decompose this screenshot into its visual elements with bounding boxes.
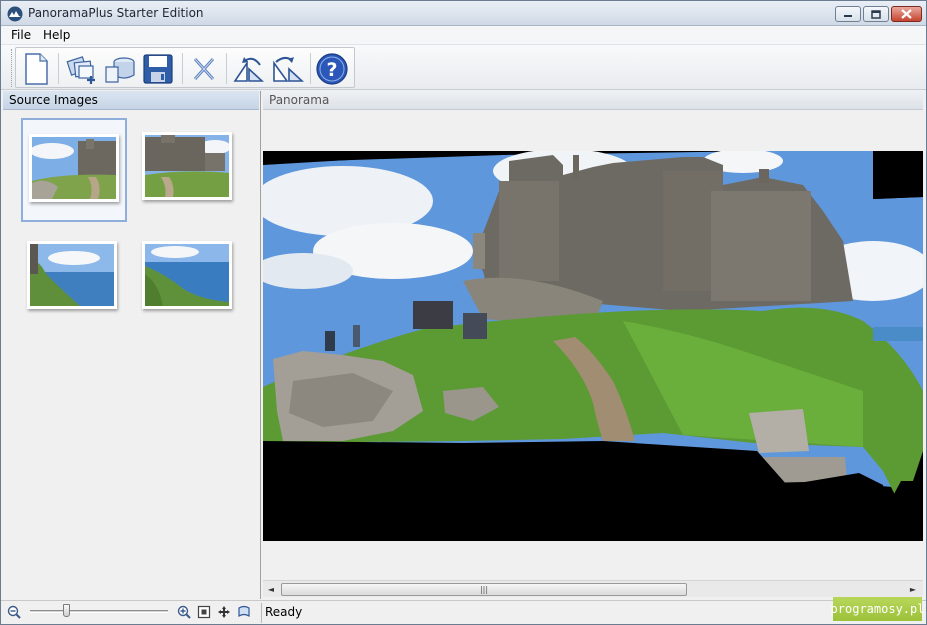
- toolbar-separator: [310, 53, 311, 84]
- open-project-button[interactable]: [102, 52, 138, 86]
- new-document-icon: [25, 53, 48, 85]
- toolbar-separator: [58, 53, 59, 84]
- add-images-icon: [66, 56, 95, 84]
- application-window: PanoramaPlus Starter Edition File Help ?…: [0, 0, 927, 625]
- pan-move-icon[interactable]: [217, 605, 231, 619]
- thumbnail-image: [142, 241, 232, 309]
- zoom-slider-handle[interactable]: [63, 604, 70, 617]
- thumbnail-image: [142, 132, 232, 200]
- remove-x-icon: [193, 57, 215, 81]
- thumbnail-slot[interactable]: [21, 227, 127, 331]
- help-button[interactable]: ?: [314, 52, 350, 86]
- save-button[interactable]: [140, 52, 176, 86]
- toolbar-separator: [182, 53, 183, 84]
- floppy-disk-icon: [143, 54, 173, 84]
- rotate-left-icon: [233, 57, 264, 82]
- title-bar[interactable]: PanoramaPlus Starter Edition: [1, 1, 926, 26]
- zoom-out-icon[interactable]: [7, 605, 21, 619]
- castle-photo-thumbnail: [32, 137, 116, 199]
- add-images-button[interactable]: [64, 52, 100, 86]
- remove-button[interactable]: [186, 52, 222, 86]
- source-images-header: Source Images: [3, 91, 259, 110]
- window-title: PanoramaPlus Starter Edition: [28, 6, 204, 20]
- castle-photo-thumbnail: [145, 135, 229, 197]
- zoom-in-icon[interactable]: [177, 605, 191, 619]
- source-images-panel: Source Images: [3, 91, 261, 599]
- toolbar-separator: [226, 53, 227, 84]
- minimize-button[interactable]: [835, 6, 861, 22]
- panorama-preview-image[interactable]: [263, 151, 923, 541]
- rotate-right-icon: [273, 56, 304, 82]
- svg-text:?: ?: [326, 59, 337, 81]
- panorama-panel: Panorama ◄ ||| ►: [263, 91, 923, 599]
- open-stack-icon: [105, 57, 135, 83]
- close-button[interactable]: [891, 6, 922, 22]
- scroll-grip-icon: |||: [479, 585, 489, 594]
- status-text: Ready: [265, 605, 303, 619]
- maximize-button[interactable]: [863, 6, 889, 22]
- app-logo-icon: [7, 6, 23, 22]
- toolbar-button-group: ?: [15, 47, 355, 88]
- new-project-button[interactable]: [18, 52, 54, 86]
- menu-file[interactable]: File: [11, 28, 31, 42]
- coast-photo-thumbnail: [30, 244, 114, 306]
- watermark-badge: programosy.pl: [831, 597, 924, 621]
- zoom-slider-track[interactable]: [30, 610, 168, 613]
- toolbar: ?: [1, 45, 926, 90]
- menu-bar: File Help: [1, 26, 926, 45]
- fit-to-window-icon[interactable]: [197, 605, 211, 619]
- help-icon: ?: [316, 53, 348, 85]
- panorama-header: Panorama: [263, 91, 923, 110]
- status-divider: [261, 603, 262, 623]
- rotate-left-button[interactable]: [230, 52, 266, 86]
- scroll-left-arrow-icon[interactable]: ◄: [265, 583, 277, 596]
- menu-help[interactable]: Help: [43, 28, 70, 42]
- thumbnail-slot[interactable]: [136, 227, 242, 331]
- coast-photo-thumbnail: [145, 244, 229, 306]
- thumbnail-image: [29, 134, 119, 202]
- close-icon: [901, 9, 912, 19]
- crop-icon[interactable]: [237, 605, 251, 619]
- scrollbar-thumb[interactable]: |||: [281, 583, 687, 596]
- panorama-horizontal-scrollbar[interactable]: ◄ ||| ►: [263, 580, 923, 597]
- thumbnail-image: [27, 241, 117, 309]
- scroll-right-arrow-icon[interactable]: ►: [907, 583, 919, 596]
- maximize-icon: [871, 9, 881, 19]
- minimize-icon: [844, 15, 852, 17]
- toolbar-grip[interactable]: [11, 49, 14, 87]
- thumbnail-slot[interactable]: [21, 118, 127, 222]
- rotate-right-button[interactable]: [270, 52, 306, 86]
- thumbnail-slot[interactable]: [136, 118, 242, 222]
- status-bar: Ready: [1, 600, 926, 624]
